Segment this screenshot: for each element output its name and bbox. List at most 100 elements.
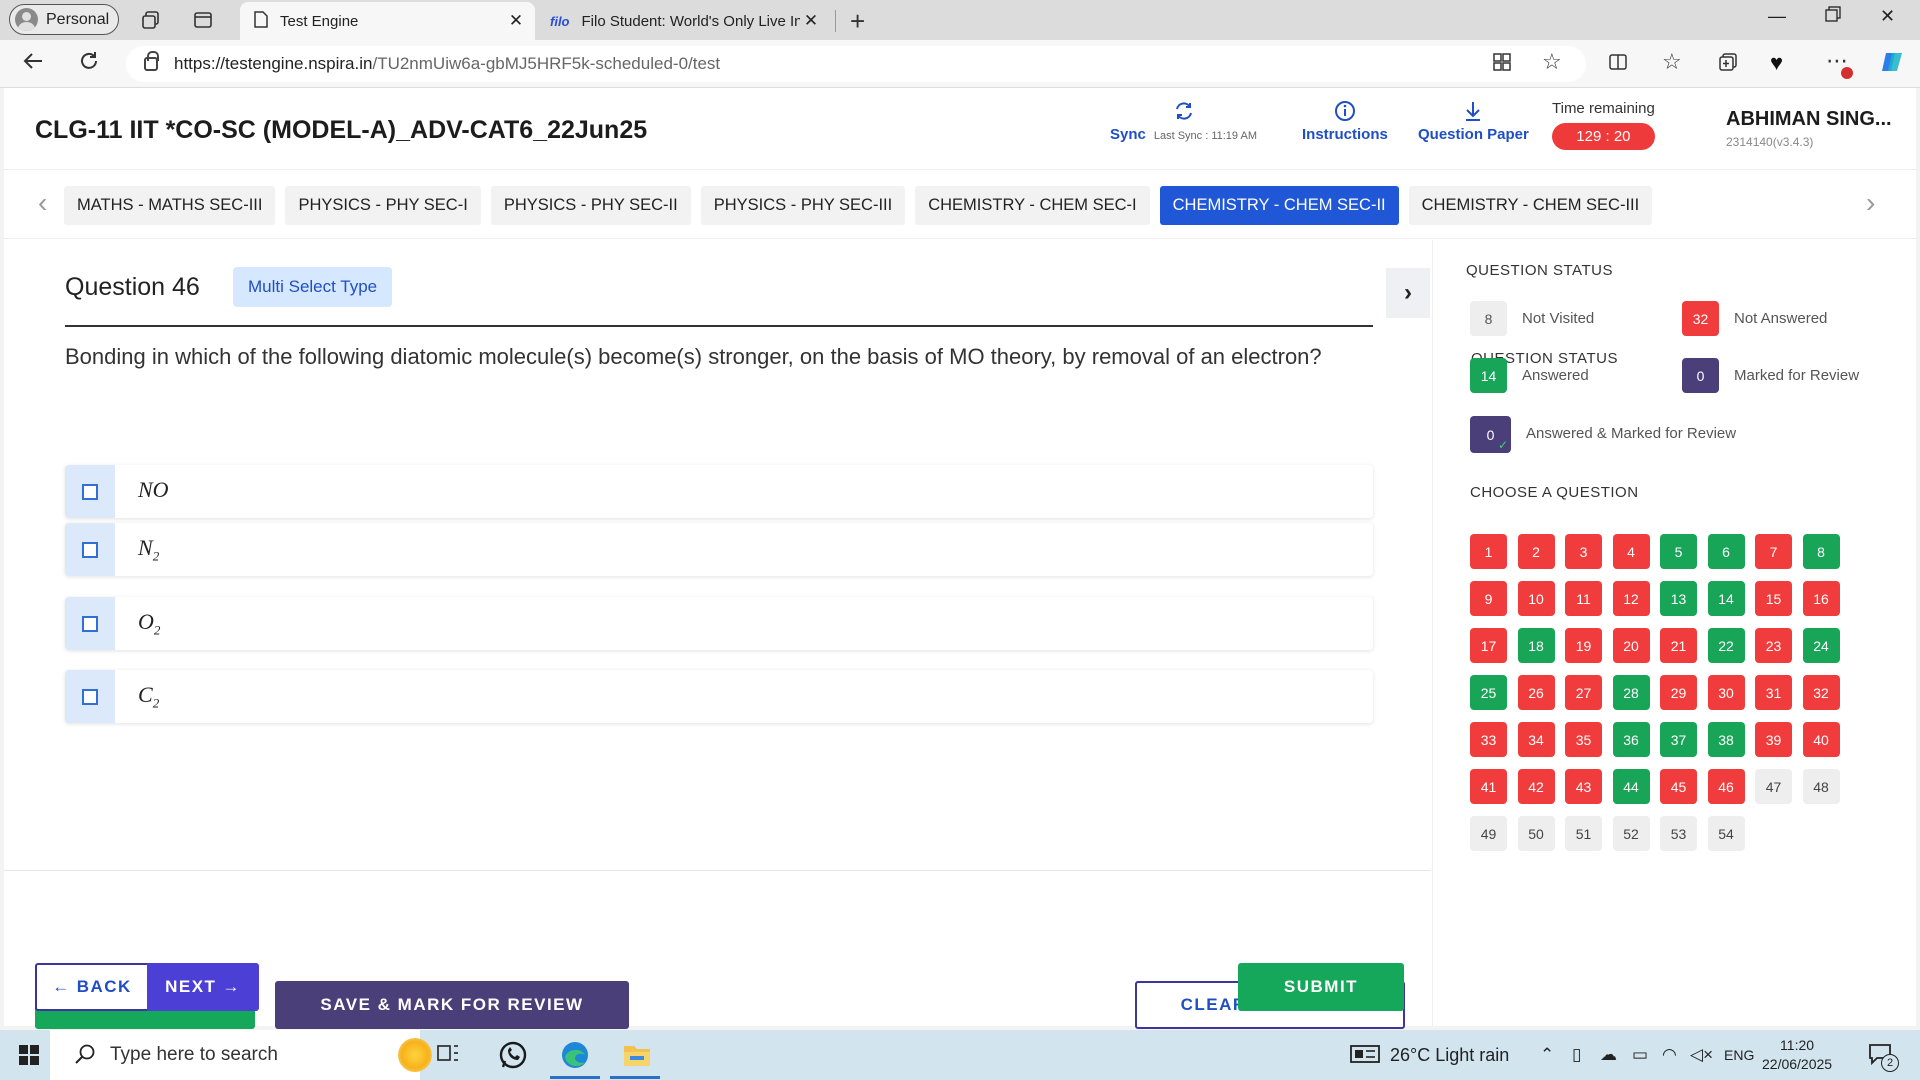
back-arrow-icon[interactable] [22,50,44,78]
question-palette-button[interactable]: 35 [1565,722,1602,757]
question-palette-button[interactable]: 12 [1612,581,1650,616]
question-palette-button[interactable]: 51 [1565,816,1602,851]
question-palette-button[interactable]: 50 [1517,816,1555,851]
question-palette-button[interactable]: 34 [1517,722,1555,757]
section-tab[interactable]: CHEMISTRY - CHEM SEC-I [915,186,1150,225]
option-2[interactable]: N2 [65,523,1373,576]
question-palette-button[interactable]: 24 [1802,628,1840,663]
battery-icon[interactable]: ▭ [1632,1045,1648,1065]
question-palette-button[interactable]: 52 [1612,816,1650,851]
device-icon[interactable]: ▯ [1572,1045,1581,1065]
option-1[interactable]: NO [65,465,1373,518]
collections-icon[interactable] [1718,52,1738,78]
question-palette-button[interactable]: 39 [1755,722,1792,757]
split-screen-icon[interactable] [1608,52,1628,78]
section-tab-active[interactable]: CHEMISTRY - CHEM SEC-II [1159,186,1399,225]
save-mark-review-button[interactable]: SAVE & MARK FOR REVIEW [275,981,629,1029]
chevron-right-icon[interactable]: › [1866,187,1875,219]
question-palette-button[interactable]: 13 [1660,581,1697,616]
question-palette-button[interactable]: 3 [1565,534,1602,569]
copilot-icon[interactable] [1880,50,1904,80]
question-palette-button[interactable]: 47 [1755,769,1792,804]
question-paper-button[interactable]: Question Paper [1418,100,1529,143]
question-palette-button[interactable]: 27 [1565,675,1602,710]
next-button[interactable]: NEXT → [147,963,259,1011]
question-palette-button[interactable]: 8 [1802,534,1840,569]
section-tab[interactable]: MATHS - MATHS SEC-III [64,186,276,225]
question-palette-button[interactable]: 54 [1707,816,1745,851]
question-palette-button[interactable]: 22 [1707,628,1745,663]
question-palette-button[interactable]: 4 [1612,534,1650,569]
question-palette-button[interactable]: 19 [1565,628,1602,663]
language-indicator[interactable]: ENG [1724,1047,1754,1063]
question-palette-button[interactable]: 33 [1470,722,1507,757]
new-tab-button[interactable]: + [850,6,865,37]
question-palette-button[interactable]: 42 [1517,769,1555,804]
maximize-icon[interactable] [1825,6,1841,27]
question-palette-button[interactable]: 17 [1470,628,1507,663]
option-4[interactable]: C2 [65,670,1373,723]
question-palette-button[interactable]: 21 [1660,628,1697,663]
section-tab[interactable]: PHYSICS - PHY SEC-I [285,186,481,225]
whatsapp-icon[interactable] [498,1040,528,1076]
question-palette-button[interactable]: 5 [1660,534,1697,569]
question-palette-button[interactable]: 18 [1517,628,1555,663]
option-3[interactable]: O2 [65,597,1373,650]
option-checkbox[interactable] [65,597,115,650]
question-palette-button[interactable]: 38 [1707,722,1745,757]
chevron-left-icon[interactable]: ‹ [38,187,47,219]
question-palette-button[interactable]: 16 [1802,581,1840,616]
instructions-button[interactable]: Instructions [1302,100,1388,143]
question-palette-button[interactable]: 30 [1707,675,1745,710]
file-explorer-icon[interactable] [622,1041,652,1075]
question-palette-button[interactable]: 40 [1802,722,1840,757]
profile-button[interactable]: Personal [9,4,119,35]
submit-button[interactable]: SUBMIT [1238,963,1404,1011]
back-button[interactable]: ← BACK [35,963,149,1011]
question-palette-button[interactable]: 29 [1660,675,1697,710]
favorite-star-icon[interactable]: ☆ [1542,49,1562,75]
option-checkbox[interactable] [65,670,115,723]
windows-start-icon[interactable] [18,1044,40,1072]
system-clock[interactable]: 11:20 22/06/2025 [1762,1036,1832,1074]
sync-button[interactable]: Sync Last Sync : 11:19 AM [1110,100,1257,143]
section-tab[interactable]: PHYSICS - PHY SEC-III [700,186,906,225]
question-palette-button[interactable]: 45 [1660,769,1697,804]
question-palette-button[interactable]: 9 [1470,581,1507,616]
question-palette-button[interactable]: 41 [1470,769,1507,804]
question-palette-button[interactable]: 46 [1707,769,1745,804]
question-palette-button[interactable]: 6 [1707,534,1745,569]
favorites-icon[interactable]: ☆ [1662,49,1682,75]
question-palette-button[interactable]: 7 [1755,534,1792,569]
option-checkbox[interactable] [65,465,115,518]
taskbar-search[interactable]: Type here to search [50,1030,432,1080]
question-palette-button[interactable]: 28 [1612,675,1650,710]
wifi-icon[interactable]: ◠ [1662,1045,1677,1065]
task-view-icon[interactable] [436,1042,460,1070]
question-palette-button[interactable]: 20 [1612,628,1650,663]
question-palette-button[interactable]: 11 [1565,581,1602,616]
url-field[interactable]: https://testengine.nspira.in/TU2nmUiw6a-… [126,46,1586,82]
question-palette-button[interactable]: 25 [1470,675,1507,710]
question-palette-button[interactable]: 31 [1755,675,1792,710]
minimize-icon[interactable]: — [1768,6,1786,27]
question-palette-button[interactable]: 23 [1755,628,1792,663]
question-palette-button[interactable]: 1 [1470,534,1507,569]
question-palette-button[interactable]: 43 [1565,769,1602,804]
chevron-up-icon[interactable]: ⌃ [1540,1045,1554,1065]
browser-essentials-icon[interactable]: ♥ [1770,50,1783,76]
volume-mute-icon[interactable]: ◁× [1690,1045,1713,1065]
question-palette-button[interactable]: 49 [1470,816,1507,851]
weather-widget-icon[interactable] [1350,1043,1380,1070]
refresh-icon[interactable] [78,50,100,78]
close-window-icon[interactable]: ✕ [1880,6,1895,27]
section-tab[interactable]: CHEMISTRY - CHEM SEC-III [1408,186,1653,225]
workspaces-icon[interactable] [139,8,163,32]
edge-browser-icon[interactable] [559,1039,591,1077]
question-palette-button[interactable]: 2 [1517,534,1555,569]
section-tab[interactable]: PHYSICS - PHY SEC-II [490,186,691,225]
tab-filo[interactable]: filo Filo Student: World's Only Live In … [540,2,830,40]
question-palette-button[interactable]: 53 [1660,816,1697,851]
question-palette-button[interactable]: 48 [1802,769,1840,804]
next-question-arrow-icon[interactable]: › [1386,268,1430,318]
